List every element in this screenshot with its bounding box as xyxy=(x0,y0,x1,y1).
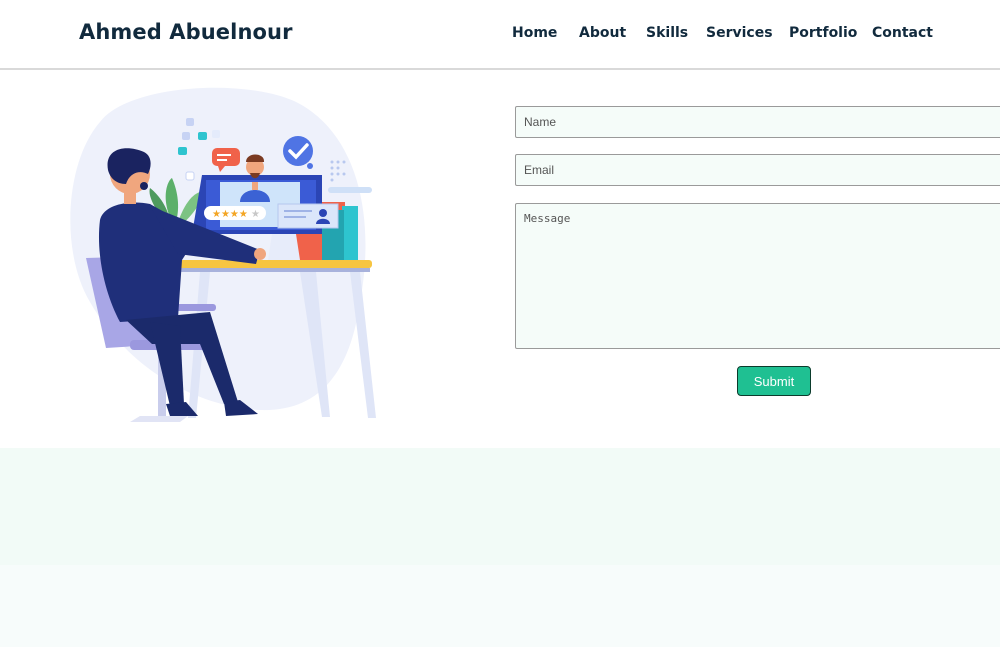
footer-band xyxy=(0,448,1000,565)
nav-about-link[interactable]: About xyxy=(579,25,626,41)
customer-support-illustration: ★★★★ ★ xyxy=(60,82,390,427)
nav-services-link[interactable]: Services xyxy=(706,25,773,41)
main-nav: Home About Skills Services Portfolio Con… xyxy=(0,25,1000,45)
submit-button[interactable]: Submit xyxy=(737,366,811,396)
nav-home-link[interactable]: Home xyxy=(512,25,557,41)
rating-stars-icon: ★★★★ xyxy=(212,209,248,220)
site-header: Ahmed Abuelnour Home About Skills Servic… xyxy=(0,0,1000,70)
svg-text:★★★★: ★★★★ xyxy=(212,209,248,220)
message-field[interactable] xyxy=(515,203,1000,349)
nav-portfolio-link[interactable]: Portfolio xyxy=(789,25,857,41)
nav-contact-link[interactable]: Contact xyxy=(872,25,933,41)
name-field[interactable] xyxy=(515,106,1000,138)
support-agent-illustration: ★★★★ ★ xyxy=(70,87,376,422)
nav-skills-link[interactable]: Skills xyxy=(646,25,688,41)
svg-text:★: ★ xyxy=(251,209,260,220)
email-field[interactable] xyxy=(515,154,1000,186)
footer-band-lower xyxy=(0,565,1000,647)
